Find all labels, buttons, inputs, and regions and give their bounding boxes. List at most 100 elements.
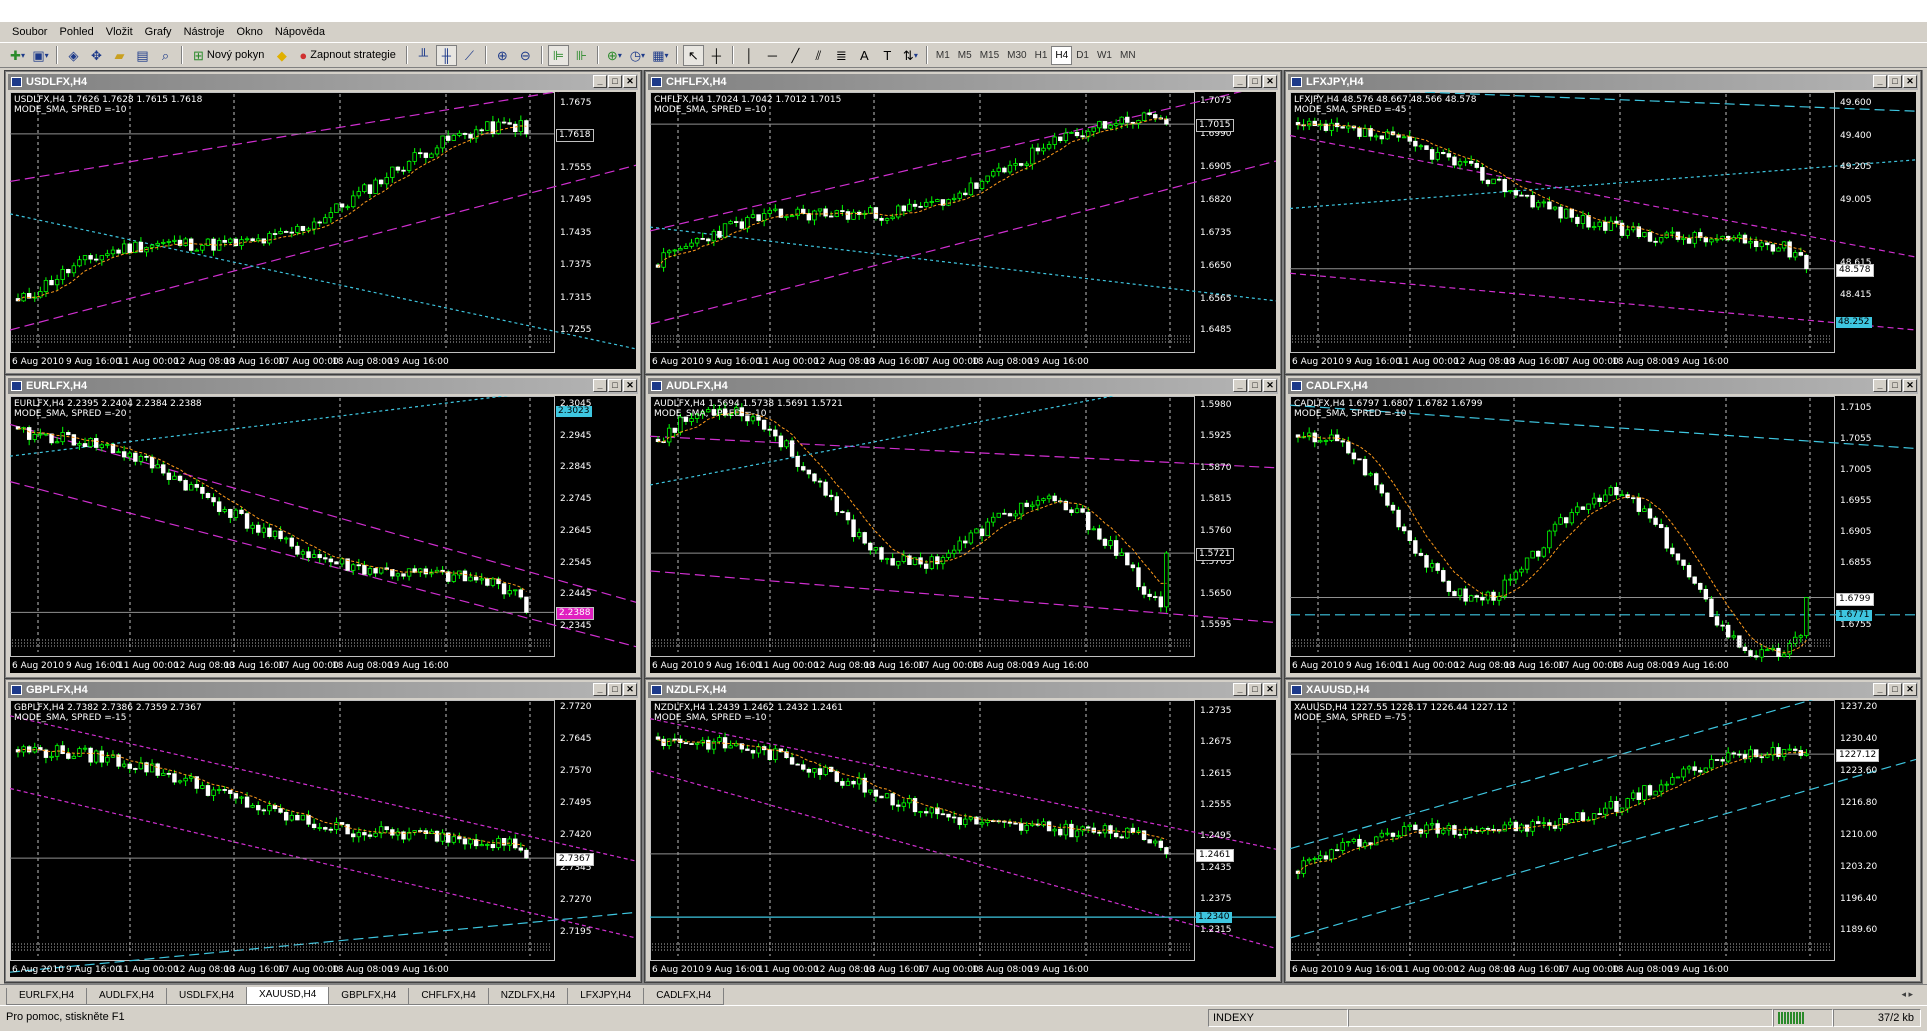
chart-window-title[interactable]: CADLFX,H4 _ □ ✕ [1288, 378, 1918, 394]
chart-canvas[interactable]: CADLFX,H4 1.6797 1.6807 1.6782 1.6799 MOD… [1290, 396, 1916, 673]
close-button[interactable]: ✕ [1903, 683, 1917, 696]
chart-canvas[interactable]: LFXJPY,H4 48.576 48.667 48.566 48.578 MOD… [1290, 92, 1916, 369]
profiles-button[interactable]: ▣ ▾ [30, 45, 51, 66]
menu-item-2[interactable]: Vložit [100, 23, 139, 41]
close-button[interactable]: ✕ [1263, 75, 1277, 88]
timeframe-button-m1[interactable]: M1 [932, 46, 954, 65]
chart-window-title[interactable]: AUDLFX,H4 _ □ ✕ [648, 378, 1278, 394]
trendline-button[interactable]: ╱ [785, 45, 806, 66]
chart-window-title[interactable]: LFXJPY,H4 _ □ ✕ [1288, 74, 1918, 90]
chart-window-title[interactable]: NZDLFX,H4 _ □ ✕ [648, 682, 1278, 698]
chart-window[interactable]: LFXJPY,H4 _ □ ✕ LFXJPY,H4 48.576 48.667 48.5… [1284, 70, 1922, 375]
maximize-button[interactable]: □ [1888, 75, 1902, 88]
text-label-button[interactable]: T [877, 45, 898, 66]
close-button[interactable]: ✕ [1263, 379, 1277, 392]
indicators-button[interactable]: ⊕ ▾ [604, 45, 625, 66]
maximize-button[interactable]: □ [1888, 683, 1902, 696]
maximize-button[interactable]: □ [608, 75, 622, 88]
close-button[interactable]: ✕ [1903, 75, 1917, 88]
minimize-button[interactable]: _ [1233, 75, 1247, 88]
timeframe-button-h1[interactable]: H1 [1031, 46, 1052, 65]
chart-canvas[interactable]: EURLFX,H4 2.2395 2.2404 2.2384 2.2388 MOD… [10, 396, 636, 673]
chart-tab[interactable]: AUDLFX,H4 [86, 988, 168, 1005]
chart-tab[interactable]: EURLFX,H4 [6, 988, 88, 1005]
chart-window[interactable]: CADLFX,H4 _ □ ✕ CADLFX,H4 1.6797 1.6807 1.67… [1284, 374, 1922, 679]
maximize-button[interactable]: □ [1248, 379, 1262, 392]
horizontal-line-button[interactable]: ─ [762, 45, 783, 66]
crosshair-button[interactable]: ┼ [706, 45, 727, 66]
timeframe-button-h4[interactable]: H4 [1051, 45, 1073, 65]
auto-scroll-button[interactable]: ⊫ [547, 44, 569, 66]
close-button[interactable]: ✕ [623, 75, 637, 88]
maximize-button[interactable]: □ [1248, 683, 1262, 696]
chart-canvas[interactable]: GBPLFX,H4 2.7382 2.7386 2.7359 2.7367 MOD… [10, 700, 636, 977]
minimize-button[interactable]: _ [1233, 379, 1247, 392]
chart-canvas[interactable]: CHFLFX,H4 1.7024 1.7042 1.7012 1.7015 MOD… [650, 92, 1276, 369]
chart-window-title[interactable]: XAUUSD,H4 _ □ ✕ [1288, 682, 1918, 698]
chart-canvas[interactable]: USDLFX,H4 1.7626 1.7628 1.7615 1.7618 MOD… [10, 92, 636, 369]
chart-tab[interactable]: CADLFX,H4 [643, 988, 725, 1005]
chart-tab[interactable]: NZDLFX,H4 [487, 988, 569, 1005]
fibonacci-button[interactable]: ≣ [831, 45, 852, 66]
chart-window[interactable]: CHFLFX,H4 _ □ ✕ CHFLFX,H4 1.7024 1.7042 1.70… [644, 70, 1282, 375]
chart-window[interactable]: USDLFX,H4 _ □ ✕ USDLFX,H4 1.7626 1.7628 1.76… [4, 70, 642, 375]
menu-item-6[interactable]: Nápověda [269, 23, 331, 41]
line-chart-button[interactable]: ⟋ [459, 45, 480, 66]
terminal-button[interactable]: ▤ [132, 45, 153, 66]
enable-strategies-button[interactable]: ● Zapnout strategie [294, 45, 400, 66]
chart-tab[interactable]: CHFLFX,H4 [408, 988, 489, 1005]
chart-window-title[interactable]: CHFLFX,H4 _ □ ✕ [648, 74, 1278, 90]
menu-item-1[interactable]: Pohled [53, 23, 99, 41]
chart-tab[interactable]: XAUUSD,H4 [246, 987, 330, 1005]
bar-chart-button[interactable]: ╨ [413, 45, 434, 66]
chart-window-title[interactable]: USDLFX,H4 _ □ ✕ [8, 74, 638, 90]
close-button[interactable]: ✕ [1263, 683, 1277, 696]
chart-tab[interactable]: GBPLFX,H4 [328, 988, 410, 1005]
chart-shift-button[interactable]: ⊪ [571, 45, 592, 66]
close-button[interactable]: ✕ [1903, 379, 1917, 392]
tester-button[interactable]: ⌕ [155, 45, 176, 66]
menu-item-3[interactable]: Grafy [139, 23, 178, 41]
close-button[interactable]: ✕ [623, 683, 637, 696]
periods-button[interactable]: ◷ ▾ [627, 45, 648, 66]
timeframe-button-d1[interactable]: D1 [1072, 46, 1093, 65]
vertical-line-button[interactable]: │ [739, 45, 760, 66]
close-button[interactable]: ✕ [623, 379, 637, 392]
minimize-button[interactable]: _ [1873, 75, 1887, 88]
chart-canvas[interactable]: AUDLFX,H4 1.5694 1.5738 1.5691 1.5721 MOD… [650, 396, 1276, 673]
chart-tab[interactable]: LFXJPY,H4 [567, 988, 645, 1005]
chart-canvas[interactable]: NZDLFX,H4 1.2439 1.2462 1.2432 1.2461 MOD… [650, 700, 1276, 977]
minimize-button[interactable]: _ [1233, 683, 1247, 696]
minimize-button[interactable]: _ [1873, 379, 1887, 392]
zoom-in-button[interactable]: ⊕ [492, 45, 513, 66]
data-window-button[interactable]: ✥ [86, 45, 107, 66]
menu-item-4[interactable]: Nástroje [178, 23, 231, 41]
chart-window[interactable]: GBPLFX,H4 _ □ ✕ GBPLFX,H4 2.7382 2.7386 2.73… [4, 678, 642, 983]
maximize-button[interactable]: □ [608, 683, 622, 696]
timeframe-button-m30[interactable]: M30 [1003, 46, 1030, 65]
minimize-button[interactable]: _ [593, 379, 607, 392]
maximize-button[interactable]: □ [608, 379, 622, 392]
minimize-button[interactable]: _ [1873, 683, 1887, 696]
maximize-button[interactable]: □ [1888, 379, 1902, 392]
timeframe-button-m5[interactable]: M5 [954, 46, 976, 65]
menu-item-5[interactable]: Okno [231, 23, 269, 41]
minimize-button[interactable]: _ [593, 683, 607, 696]
chart-window-title[interactable]: EURLFX,H4 _ □ ✕ [8, 378, 638, 394]
chart-tab[interactable]: USDLFX,H4 [166, 988, 248, 1005]
new-order-button[interactable]: ⊞ Nový pokyn [188, 45, 269, 66]
metaeditor-button[interactable]: ◆ [271, 45, 292, 66]
timeframe-button-m15[interactable]: M15 [976, 46, 1003, 65]
maximize-button[interactable]: □ [1248, 75, 1262, 88]
chart-window[interactable]: AUDLFX,H4 _ □ ✕ AUDLFX,H4 1.5694 1.5738 1.56… [644, 374, 1282, 679]
timeframe-button-w1[interactable]: W1 [1093, 46, 1116, 65]
navigator-button[interactable]: ▰ [109, 45, 130, 66]
chart-window-title[interactable]: GBPLFX,H4 _ □ ✕ [8, 682, 638, 698]
candlestick-button[interactable]: ╫ [435, 44, 457, 66]
menu-item-0[interactable]: Soubor [6, 23, 53, 41]
timeframe-button-mn[interactable]: MN [1116, 46, 1140, 65]
chart-window[interactable]: NZDLFX,H4 _ □ ✕ NZDLFX,H4 1.2439 1.2462 1.24… [644, 678, 1282, 983]
templates-button[interactable]: ▦ ▾ [650, 45, 671, 66]
market-watch-button[interactable]: ◈ [63, 45, 84, 66]
new-chart-button[interactable]: ✚ ▾ [7, 45, 28, 66]
